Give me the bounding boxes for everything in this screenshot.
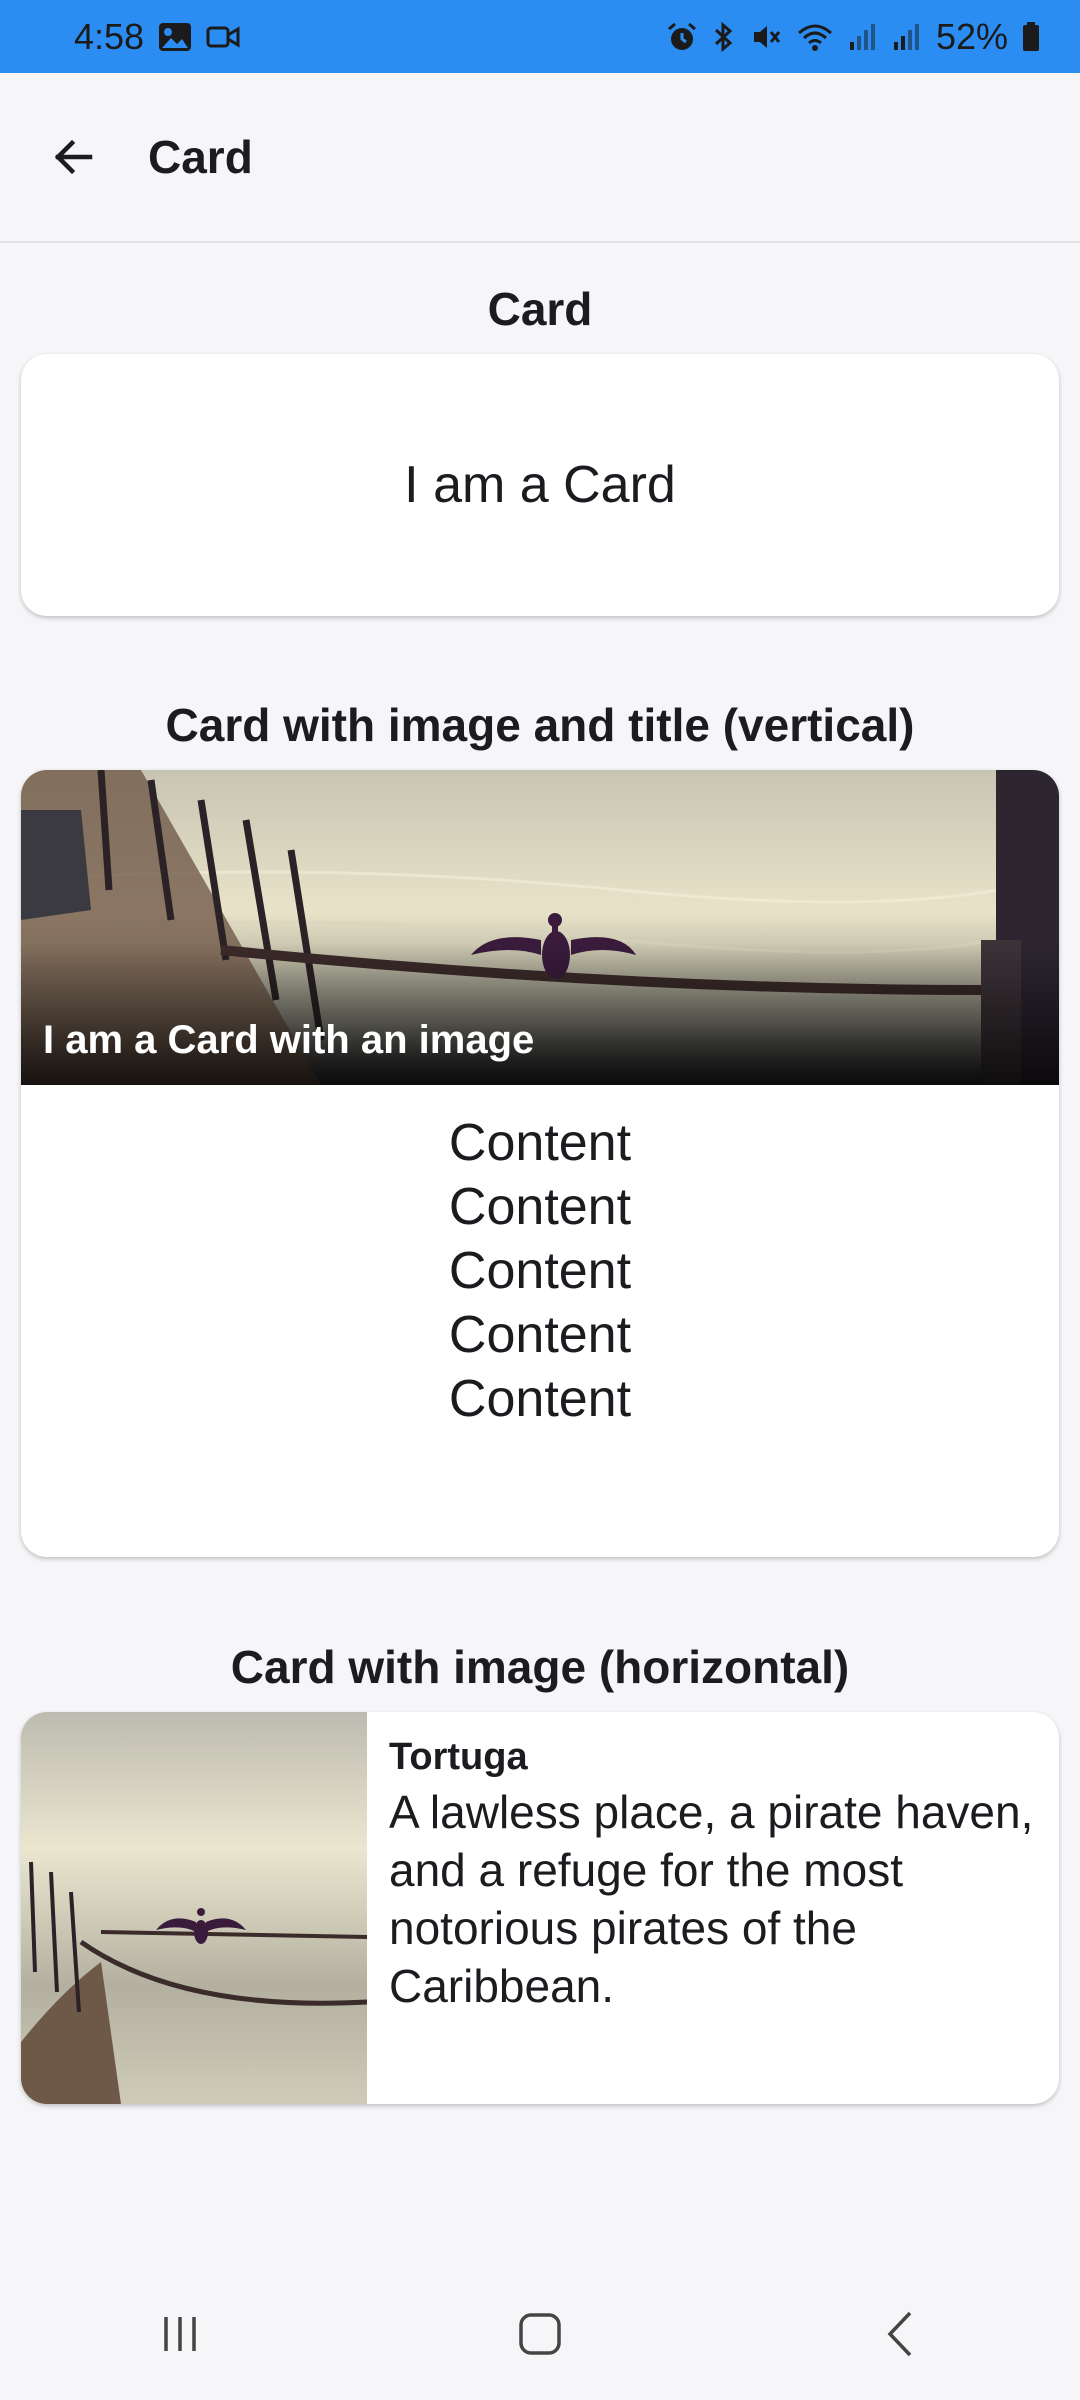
content-item: Content [448, 1242, 632, 1300]
nav-back-button[interactable] [840, 2284, 960, 2384]
section-title-vertical: Card with image and title (vertical) [165, 699, 915, 751]
content-item: Content [448, 1370, 632, 1428]
content-item: Content [448, 1306, 632, 1364]
section-title-card: Card [487, 283, 593, 335]
video-icon [206, 24, 240, 50]
card-image [21, 1712, 368, 2104]
alarm-icon [666, 21, 698, 53]
basic-card: I am a Card [21, 354, 1059, 616]
status-time: 4:58 [74, 15, 145, 57]
horizontal-card-text: Tortuga A lawless place, a pirate haven,… [367, 1712, 1059, 2104]
content-item: Content [448, 1114, 632, 1172]
bluetooth-icon [712, 21, 736, 53]
back-icon [887, 2311, 912, 2357]
recent-apps-icon [164, 2317, 196, 2351]
app-bar: Card [0, 73, 1080, 243]
back-button[interactable] [38, 121, 110, 193]
signal-icon [848, 22, 878, 52]
wifi-icon [796, 21, 834, 53]
battery-icon [1022, 21, 1040, 52]
horizontal-image-card: Tortuga A lawless place, a pirate haven,… [21, 1712, 1059, 2104]
horizontal-card-title: Tortuga [389, 1736, 528, 1778]
battery-percent: 52% [935, 15, 1008, 57]
vertical-image-card: I am a Card with an image Content Conten… [21, 770, 1059, 1557]
card-image-caption: I am a Card with an image [43, 1018, 535, 1062]
home-button[interactable] [480, 2284, 600, 2384]
content-list: Content Content Content Content Content [21, 1111, 1059, 1431]
horizontal-card-description: A lawless place, a pirate haven, and a r… [389, 1786, 1034, 2012]
system-nav-bar [0, 2268, 1080, 2400]
status-bar: 4:58 52% [0, 0, 1080, 73]
section-title-horizontal: Card with image (horizontal) [230, 1641, 850, 1693]
signal-icon [892, 22, 922, 52]
recent-apps-button[interactable] [120, 2284, 240, 2384]
basic-card-text: I am a Card [404, 456, 676, 514]
home-icon [519, 2313, 561, 2355]
page-title: Card [148, 131, 253, 183]
image-icon [158, 22, 192, 52]
content-item: Content [448, 1178, 632, 1236]
arrow-left-icon [54, 139, 93, 175]
mute-icon [750, 21, 782, 53]
card-image: I am a Card with an image [21, 770, 1059, 1085]
